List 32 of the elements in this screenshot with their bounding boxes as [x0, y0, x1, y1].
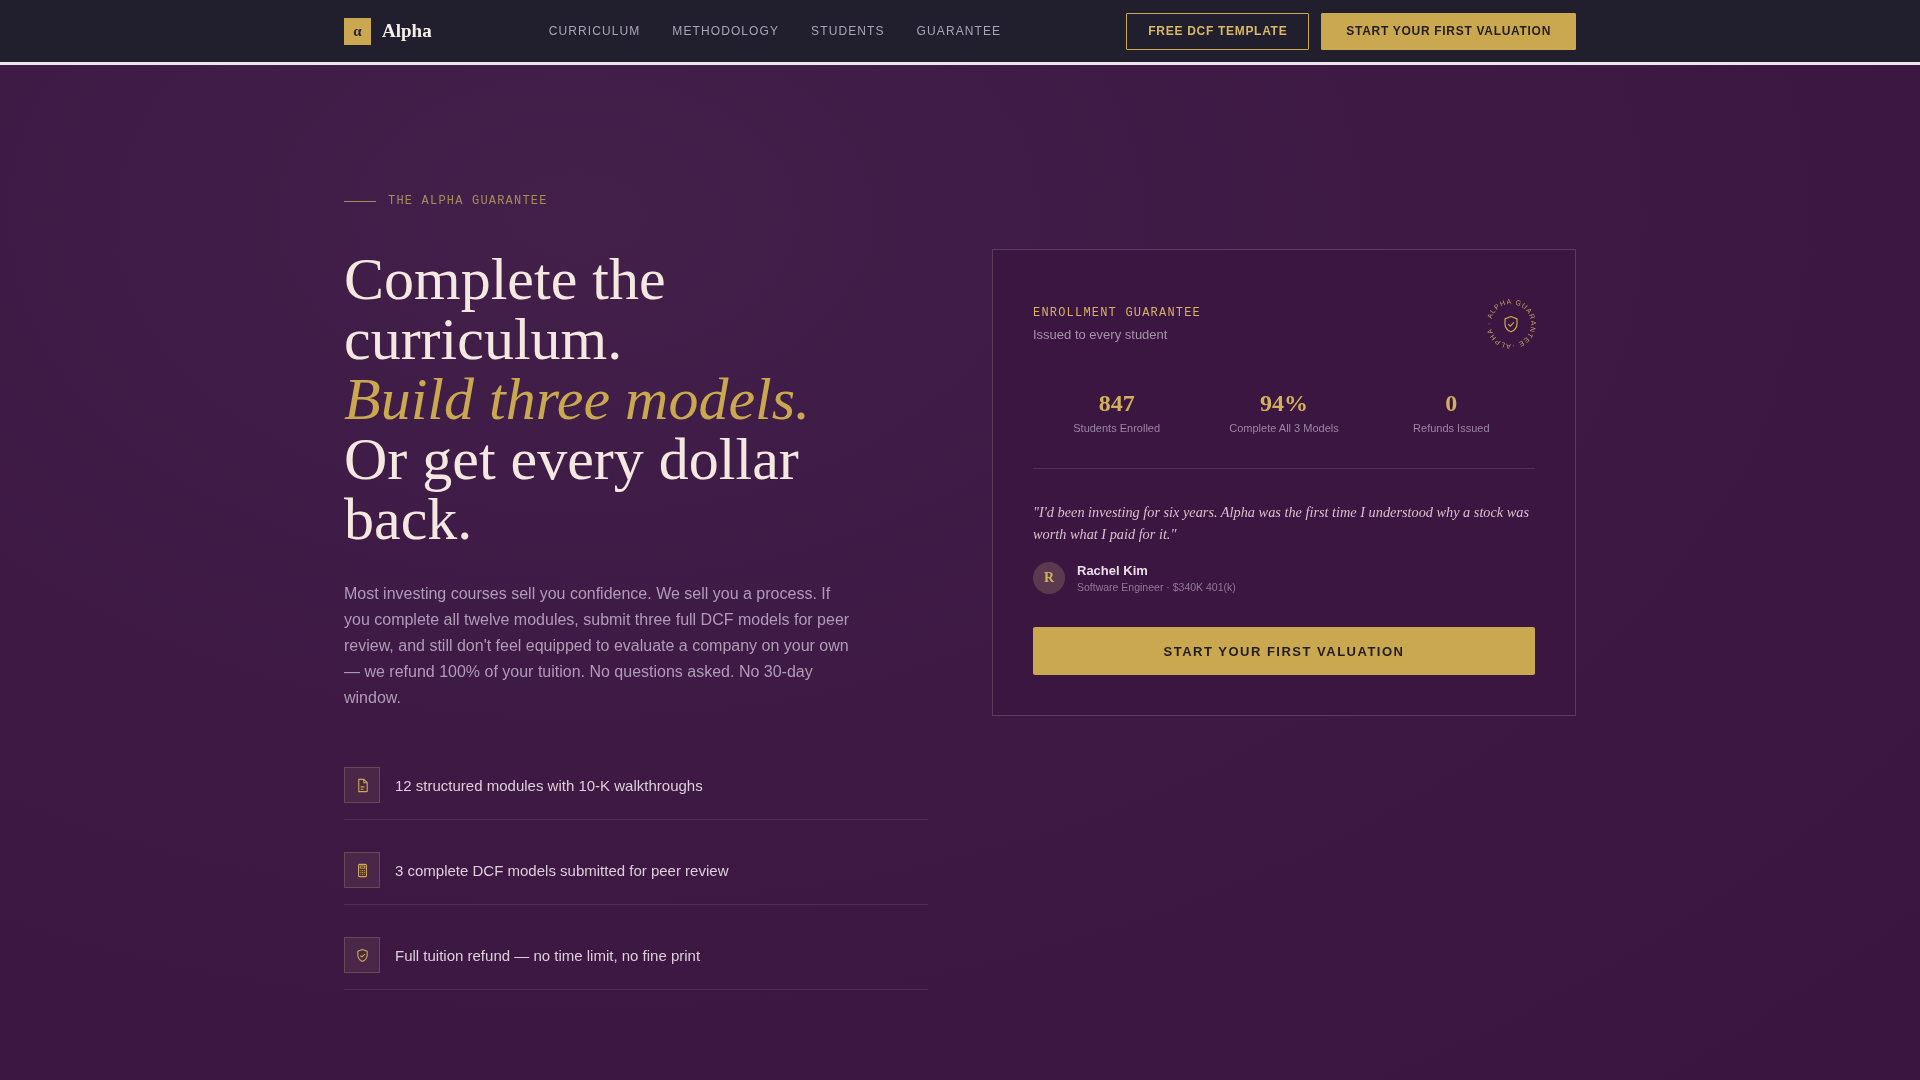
card-eyebrow: ENROLLMENT GUARANTEE [1033, 305, 1202, 321]
logo-text[interactable]: Alpha [382, 20, 432, 42]
shield-check-icon [344, 937, 380, 973]
start-button[interactable]: START YOUR FIRST VALUATION [1321, 12, 1576, 50]
stat-value: 0 [1445, 389, 1458, 418]
logo-mark[interactable]: α [344, 17, 371, 45]
headline-accent-text: Build three models. [344, 369, 812, 429]
headline-text: Or get every dollar back. [344, 429, 800, 549]
card-subtitle: Issued to every student [1033, 326, 1169, 343]
feature-text: 3 complete DCF models submitted for peer review [395, 861, 729, 879]
feature-text: 12 structured modules with 10-K walkthroughs [395, 776, 703, 794]
nav-link[interactable]: STUDENTS [811, 24, 885, 38]
author-name: Rachel Kim [1077, 562, 1149, 579]
stat-label: Refunds Issued [1413, 421, 1490, 435]
nav-link[interactable]: CURRICULUM [548, 24, 641, 38]
testimonial-quote: "I'd been investing for six years. Alpha was the first time I understood why a stock was worth what I paid for it." [1033, 503, 1531, 544]
template-button[interactable]: FREE DCF TEMPLATE [1126, 12, 1310, 50]
headline-text: Complete the curriculum. [344, 249, 667, 369]
body-paragraph: Most investing courses sell you confidence. We sell you a process. If you complete all twelve modules, submit three full DCF models for peer review, and still don't feel equipped to evaluate a company on your own — we refund 100% of your tuition. No questions asked. No 30-day window. [344, 584, 851, 708]
avatar-initial: R [1033, 562, 1065, 594]
section-eyebrow: THE ALPHA GUARANTEE [388, 193, 548, 209]
document-icon [344, 767, 380, 803]
stat-value: 94% [1260, 389, 1308, 418]
stat-value: 847 [1098, 389, 1135, 418]
nav-link[interactable]: METHODOLOGY [672, 24, 780, 38]
stat-label: Complete All 3 Models [1229, 421, 1339, 435]
start-button[interactable]: START YOUR FIRST VALUATION [1033, 627, 1535, 675]
feature-text: Full tuition refund — no time limit, no fine print [395, 946, 701, 964]
calculator-icon [344, 852, 380, 888]
author-role: Software Engineer · $340K 401(k) [1077, 579, 1236, 594]
stat-label: Students Enrolled [1073, 421, 1161, 435]
nav-link[interactable]: GUARANTEE [916, 24, 1002, 38]
